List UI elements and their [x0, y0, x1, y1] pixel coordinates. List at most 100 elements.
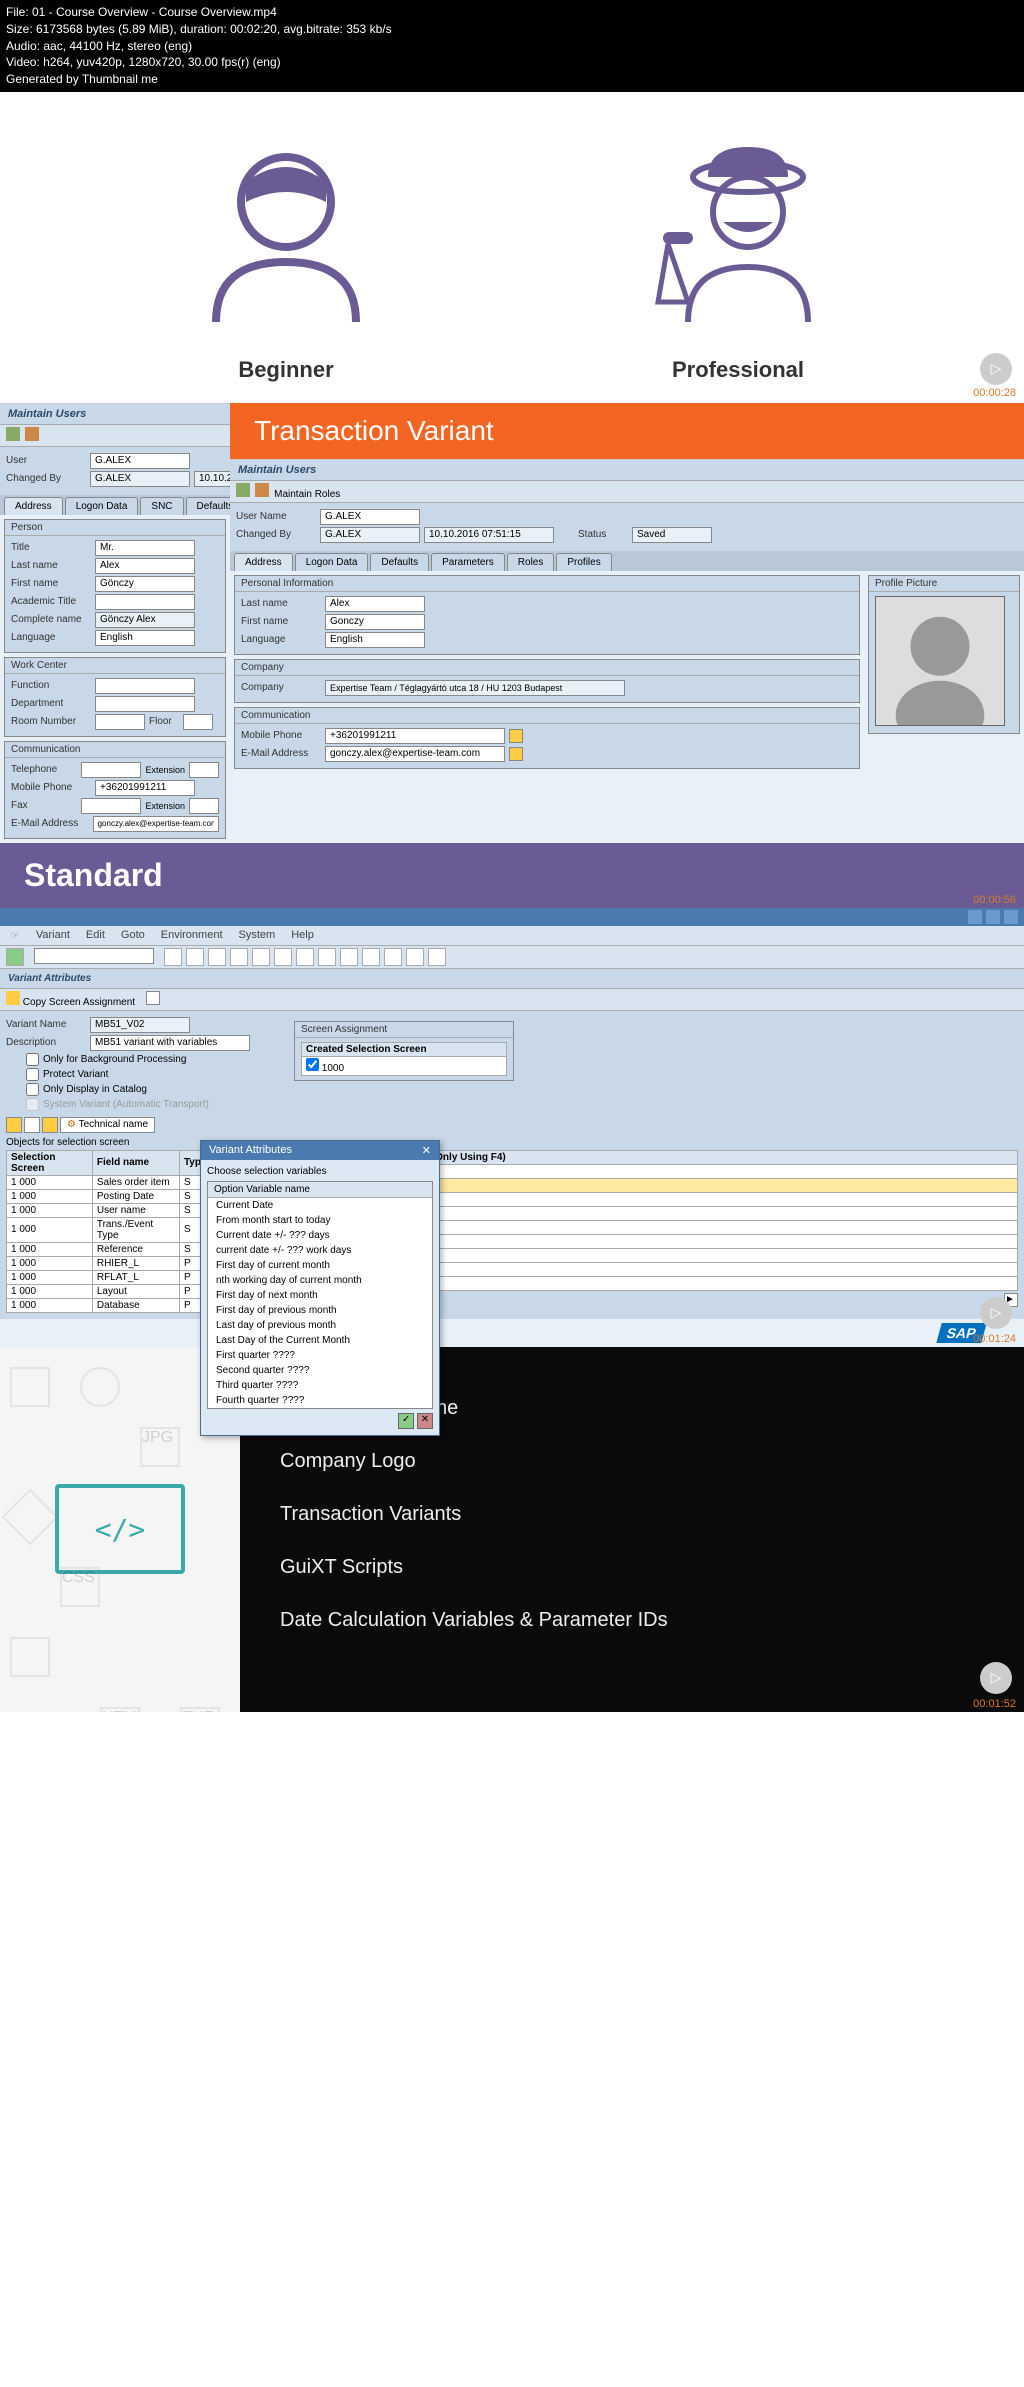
- popup-option[interactable]: current date +/- ??? work days: [208, 1243, 432, 1258]
- help-icon[interactable]: [428, 948, 446, 966]
- firstname-v[interactable]: [325, 614, 425, 630]
- toolbar-icon[interactable]: [25, 427, 39, 441]
- table-row[interactable]: 1 000Posting DateS: [7, 1189, 206, 1203]
- popup-option[interactable]: First day of previous month: [208, 1303, 432, 1318]
- btn-icon[interactable]: [24, 1117, 40, 1133]
- language-v[interactable]: [325, 632, 425, 648]
- tab-roles-v[interactable]: Roles: [507, 553, 555, 571]
- table-row[interactable]: 1 000LayoutP: [7, 1284, 206, 1298]
- popup-option[interactable]: nth working day of current month: [208, 1273, 432, 1288]
- tool-icon[interactable]: [384, 948, 402, 966]
- check-catalog[interactable]: [26, 1083, 39, 1096]
- mobile-v[interactable]: [325, 728, 505, 744]
- print-icon[interactable]: [252, 948, 270, 966]
- menu-edit[interactable]: Edit: [86, 929, 105, 942]
- tool-icon[interactable]: [362, 948, 380, 966]
- screen-check[interactable]: [306, 1058, 319, 1071]
- btn-icon[interactable]: [6, 1117, 22, 1133]
- telephone-input[interactable]: [81, 762, 141, 778]
- info-icon[interactable]: [146, 991, 160, 1005]
- cancel-icon[interactable]: ✕: [417, 1413, 433, 1429]
- lastname-v[interactable]: [325, 596, 425, 612]
- copy-btn[interactable]: Copy Screen Assignment: [23, 997, 135, 1008]
- menu-goto[interactable]: Goto: [121, 929, 145, 942]
- language-input[interactable]: [95, 630, 195, 646]
- popup-option[interactable]: Second quarter ????: [208, 1363, 432, 1378]
- floor-input[interactable]: [183, 714, 213, 730]
- table-row[interactable]: 1 000Trans./Event TypeS: [7, 1217, 206, 1242]
- table-row[interactable]: 1 000User nameS: [7, 1203, 206, 1217]
- variant-desc-input[interactable]: [90, 1035, 250, 1051]
- popup-option[interactable]: Current date +/- ??? days: [208, 1228, 432, 1243]
- edit-icon[interactable]: [509, 729, 523, 743]
- close-icon[interactable]: [1004, 910, 1018, 924]
- fax-input[interactable]: [81, 798, 141, 814]
- firstname-input[interactable]: [95, 576, 195, 592]
- check-protect[interactable]: [26, 1068, 39, 1081]
- tool-icon[interactable]: [296, 948, 314, 966]
- tab-address-v[interactable]: Address: [234, 553, 293, 571]
- popup-option[interactable]: First day of next month: [208, 1288, 432, 1303]
- email-input[interactable]: [93, 816, 219, 832]
- command-field[interactable]: [34, 948, 154, 964]
- popup-option[interactable]: First day of current month: [208, 1258, 432, 1273]
- table-row[interactable]: 1 000RHIER_LP: [7, 1256, 206, 1270]
- menu-arrow-icon[interactable]: ☞: [10, 929, 20, 942]
- find-icon[interactable]: [274, 948, 292, 966]
- faxext-input[interactable]: [189, 798, 219, 814]
- edit-icon[interactable]: [509, 747, 523, 761]
- lastname-input[interactable]: [95, 558, 195, 574]
- copy-icon[interactable]: [6, 991, 20, 1005]
- minimize-icon[interactable]: [968, 910, 982, 924]
- room-input[interactable]: [95, 714, 145, 730]
- tool-icon[interactable]: [406, 948, 424, 966]
- table-row[interactable]: 1 000Sales order itemS: [7, 1175, 206, 1189]
- toolbar-icon[interactable]: [6, 427, 20, 441]
- maximize-icon[interactable]: [986, 910, 1000, 924]
- menu-environment[interactable]: Environment: [161, 929, 223, 942]
- popup-option[interactable]: Fourth quarter ????: [208, 1393, 432, 1408]
- toolbar-icon[interactable]: [255, 483, 269, 497]
- function-input[interactable]: [95, 678, 195, 694]
- back-icon[interactable]: [186, 948, 204, 966]
- department-input[interactable]: [95, 696, 195, 712]
- tab-defaults-v[interactable]: Defaults: [370, 553, 429, 571]
- popup-close-icon[interactable]: ✕: [422, 1144, 431, 1157]
- check-icon[interactable]: [6, 948, 24, 966]
- email-v[interactable]: [325, 746, 505, 762]
- table-row[interactable]: 1 000DatabaseP: [7, 1298, 206, 1312]
- popup-option[interactable]: Third quarter ????: [208, 1378, 432, 1393]
- btn-icon[interactable]: [42, 1117, 58, 1133]
- tab-snc[interactable]: SNC: [140, 497, 183, 515]
- tab-logon[interactable]: Logon Data: [65, 497, 139, 515]
- selection-table[interactable]: Selection Screen Field name Typ 1 000Sal…: [6, 1150, 206, 1313]
- toolbar-icon[interactable]: [236, 483, 250, 497]
- popup-option[interactable]: From month start to today: [208, 1213, 432, 1228]
- play-button[interactable]: ▷: [980, 1662, 1012, 1694]
- tool-icon[interactable]: [340, 948, 358, 966]
- popup-option[interactable]: Last day of previous month: [208, 1318, 432, 1333]
- tech-name-btn[interactable]: ⚙ Technical name: [60, 1117, 155, 1133]
- mobile-input[interactable]: [95, 780, 195, 796]
- ok-icon[interactable]: ✓: [398, 1413, 414, 1429]
- save-icon[interactable]: [164, 948, 182, 966]
- tab-parameters-v[interactable]: Parameters: [431, 553, 505, 571]
- ext-input[interactable]: [189, 762, 219, 778]
- title-input[interactable]: [95, 540, 195, 556]
- tool-icon[interactable]: [318, 948, 336, 966]
- tab-logon-v[interactable]: Logon Data: [295, 553, 369, 571]
- play-button[interactable]: ▷: [980, 1297, 1012, 1329]
- popup-option[interactable]: First quarter ????: [208, 1348, 432, 1363]
- table-row[interactable]: 1 000RFLAT_LP: [7, 1270, 206, 1284]
- cancel-icon[interactable]: [230, 948, 248, 966]
- table-row[interactable]: 1 000ReferenceS: [7, 1242, 206, 1256]
- popup-option[interactable]: Last Day of the Current Month: [208, 1333, 432, 1348]
- exit-icon[interactable]: [208, 948, 226, 966]
- menu-variant[interactable]: Variant: [36, 929, 70, 942]
- menu-system[interactable]: System: [239, 929, 276, 942]
- user-input[interactable]: [90, 453, 190, 469]
- academic-input[interactable]: [95, 594, 195, 610]
- user-input-v[interactable]: [320, 509, 420, 525]
- play-button[interactable]: ▷: [980, 353, 1012, 385]
- check-bg[interactable]: [26, 1053, 39, 1066]
